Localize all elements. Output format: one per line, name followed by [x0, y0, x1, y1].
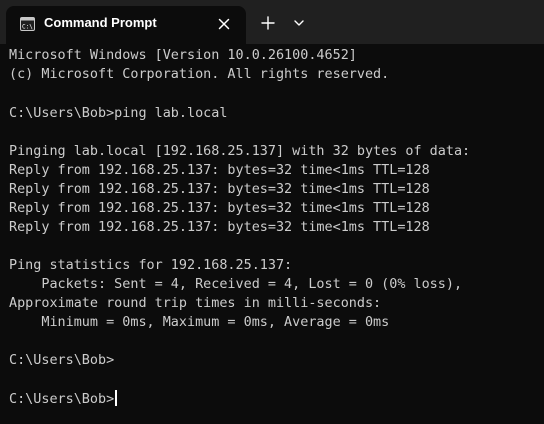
- cmd-icon: C:\: [20, 17, 35, 31]
- tab-title: Command Prompt: [44, 15, 157, 30]
- terminal-line: Ping statistics for 192.168.25.137:: [9, 258, 293, 273]
- terminal-line: Reply from 192.168.25.137: bytes=32 time…: [9, 201, 430, 216]
- prompt-text: C:\Users\Bob>: [9, 392, 115, 407]
- terminal-prompt-line: C:\Users\Bob>: [9, 390, 118, 409]
- tab-command-prompt[interactable]: C:\ Command Prompt: [6, 6, 246, 44]
- command-prompt-window: C:\ Command Prompt Microsoft Windows [Ve…: [0, 0, 544, 424]
- terminal-line: Minimum = 0ms, Maximum = 0ms, Average = …: [9, 315, 390, 330]
- terminal-line: C:\Users\Bob>ping lab.local: [9, 106, 228, 121]
- title-bar: C:\ Command Prompt: [0, 0, 544, 44]
- close-icon[interactable]: [216, 16, 232, 32]
- text-cursor: [115, 390, 118, 406]
- svg-text:C:\: C:\: [22, 24, 33, 31]
- terminal-output[interactable]: Microsoft Windows [Version 10.0.26100.46…: [9, 46, 539, 416]
- terminal-line: Reply from 192.168.25.137: bytes=32 time…: [9, 220, 430, 235]
- chevron-down-icon[interactable]: [291, 15, 307, 31]
- terminal-line: Approximate round trip times in milli-se…: [9, 296, 382, 311]
- terminal-line: Microsoft Windows [Version 10.0.26100.46…: [9, 48, 357, 63]
- terminal-line: Reply from 192.168.25.137: bytes=32 time…: [9, 182, 430, 197]
- terminal-line: Packets: Sent = 4, Received = 4, Lost = …: [9, 277, 463, 292]
- terminal-line: C:\Users\Bob>: [9, 353, 115, 368]
- plus-icon[interactable]: [259, 14, 277, 32]
- terminal-line: (c) Microsoft Corporation. All rights re…: [9, 67, 390, 82]
- terminal-line: Pinging lab.local [192.168.25.137] with …: [9, 144, 471, 159]
- terminal-line: Reply from 192.168.25.137: bytes=32 time…: [9, 163, 430, 178]
